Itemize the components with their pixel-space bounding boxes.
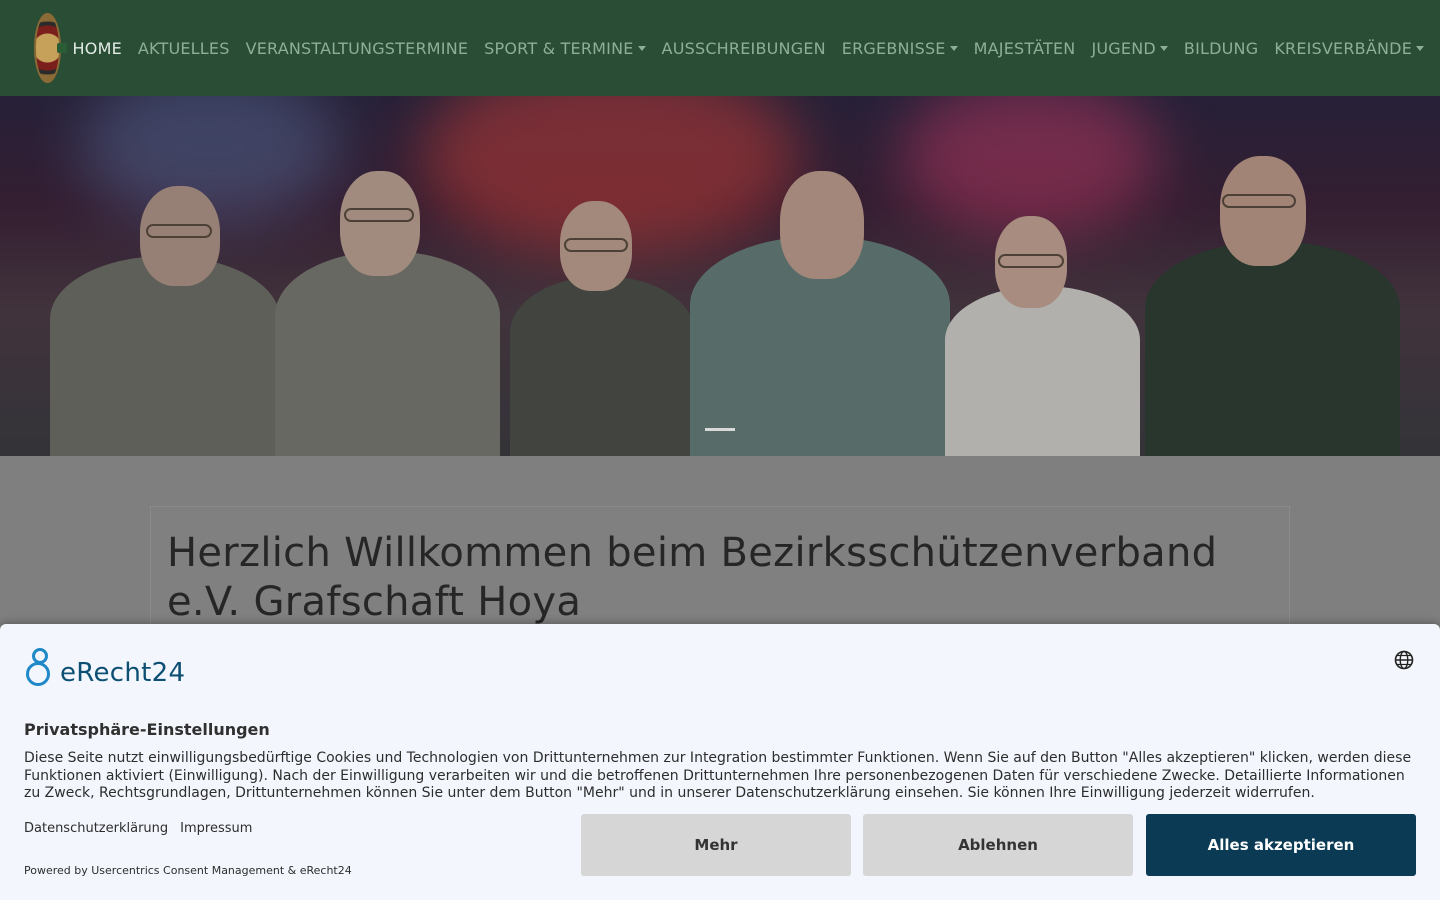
- nav-item-label: ERGEBNISSE: [841, 38, 946, 58]
- nav-item-label: KREISVERBÄNDE: [1274, 38, 1412, 58]
- nav-item-label: AUSSCHREIBUNGEN: [661, 38, 826, 58]
- reject-button[interactable]: Ablehnen: [863, 814, 1133, 876]
- erecht24-mark-icon: [24, 648, 58, 688]
- nav-item-label: SPORT & TERMINE: [484, 38, 634, 58]
- nav-item-home[interactable]: HOME: [73, 39, 122, 58]
- powered-by-text: Powered by Usercentrics Consent Manageme…: [24, 864, 352, 877]
- consent-links: Datenschutzerklärung Impressum: [24, 821, 264, 836]
- brand-name: eRecht24: [60, 658, 186, 688]
- welcome-title: Herzlich Willkommen beim Bezirksschützen…: [167, 530, 1218, 625]
- caret-down-icon: [1159, 45, 1168, 51]
- globe-icon[interactable]: [1394, 650, 1414, 670]
- imprint-link[interactable]: Impressum: [180, 821, 252, 836]
- nav-item-majestäten[interactable]: MAJESTÄTEN: [974, 39, 1076, 58]
- nav-item-veranstaltungstermine[interactable]: VERANSTALTUNGSTERMINE: [246, 39, 469, 58]
- erecht24-logo: eRecht24: [24, 646, 185, 688]
- nav-item-label: MAJESTÄTEN: [973, 38, 1076, 58]
- nav-item-sport-termine[interactable]: SPORT & TERMINE: [484, 38, 646, 58]
- main-navbar: HOME AKTUELLES VERANSTALTUNGSTERMINE SPORT …: [0, 0, 1440, 96]
- nav-item-label: JUGEND: [1091, 38, 1156, 58]
- consent-title: Privatsphäre-Einstellungen: [24, 720, 270, 739]
- caret-down-icon: [1416, 45, 1424, 51]
- nav-item-label: AKTUELLES: [137, 38, 230, 58]
- accept-all-button[interactable]: Alles akzeptieren: [1146, 814, 1416, 876]
- nav-item-aktuelles[interactable]: AKTUELLES: [138, 39, 230, 58]
- privacy-policy-link[interactable]: Datenschutzerklärung: [24, 821, 168, 836]
- consent-text: Diese Seite nutzt einwilligungsbedürftig…: [24, 750, 1412, 801]
- nav-item-kreisverbände[interactable]: KREISVERBÄNDE: [1274, 39, 1424, 58]
- more-button[interactable]: Mehr: [581, 814, 851, 876]
- nav-item-label: HOME: [72, 38, 122, 58]
- caret-down-icon: [637, 45, 646, 51]
- site-logo[interactable]: [34, 13, 67, 83]
- nav-item-label: BILDUNG: [1183, 38, 1259, 58]
- carousel-indicator[interactable]: [705, 428, 735, 431]
- nav-item-ergebnisse[interactable]: ERGEBNISSE: [842, 39, 958, 58]
- nav-item-ausschreibungen[interactable]: AUSSCHREIBUNGEN: [662, 39, 826, 58]
- nav-menu: HOME AKTUELLES VERANSTALTUNGSTERMINE SPORT …: [73, 39, 1440, 58]
- nav-item-label: VERANSTALTUNGSTERMINE: [245, 38, 469, 58]
- cookie-consent-banner: eRecht24 Privatsphäre-Einstellungen Dies…: [0, 624, 1440, 900]
- caret-down-icon: [949, 45, 958, 51]
- hero-overlay: [0, 96, 1440, 456]
- hero-carousel: [0, 96, 1440, 456]
- nav-item-jugend[interactable]: JUGEND: [1091, 38, 1168, 58]
- nav-item-bildung[interactable]: BILDUNG: [1184, 39, 1258, 58]
